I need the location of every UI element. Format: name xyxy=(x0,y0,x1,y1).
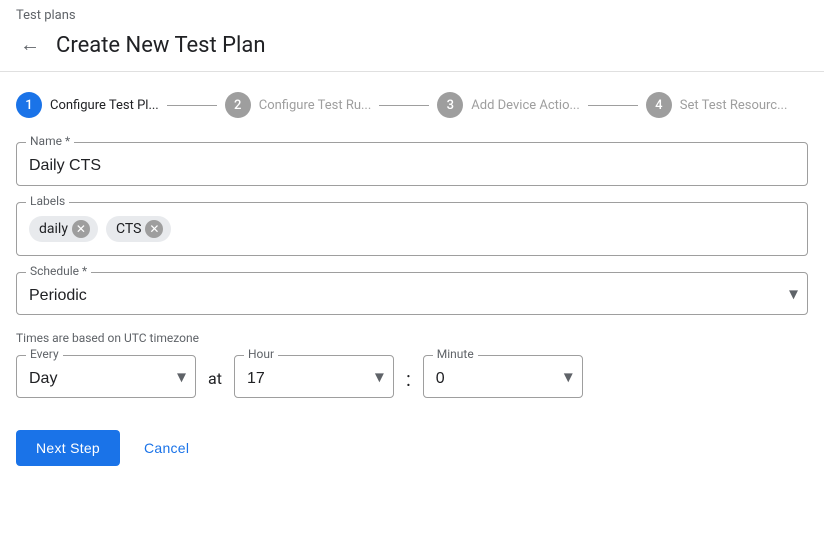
name-label: Name * xyxy=(26,134,74,148)
periodic-row: Every Hour Day Week ▾ at Hour 0123 4567 … xyxy=(16,355,808,398)
form-area: Name * Labels daily ✕ CTS ✕ Schedule * P… xyxy=(0,134,824,430)
step-connector-3 xyxy=(588,105,638,106)
step-4: 4 Set Test Resourc... xyxy=(646,92,788,118)
name-input[interactable] xyxy=(16,142,808,186)
schedule-label: Schedule * xyxy=(26,264,91,278)
minute-select[interactable]: 0510 152025 303540 455055 xyxy=(423,355,583,398)
colon-separator: : xyxy=(406,367,411,391)
page-header: ← Create New Test Plan xyxy=(0,27,824,72)
timezone-note: Times are based on UTC timezone xyxy=(16,331,808,345)
step-3-label: Add Device Actio... xyxy=(471,98,580,113)
chip-cts: CTS ✕ xyxy=(106,216,171,242)
step-3: 3 Add Device Actio... xyxy=(437,92,580,118)
at-label: at xyxy=(208,369,222,388)
step-3-circle: 3 xyxy=(437,92,463,118)
name-field-group: Name * xyxy=(16,142,808,186)
minute-label: Minute xyxy=(433,347,478,361)
step-1-label: Configure Test Pl... xyxy=(50,98,159,113)
chip-daily-text: daily xyxy=(39,221,68,237)
chip-daily-close[interactable]: ✕ xyxy=(72,220,90,238)
step-2: 2 Configure Test Ru... xyxy=(225,92,372,118)
every-field-group: Every Hour Day Week ▾ xyxy=(16,355,196,398)
step-connector-2 xyxy=(379,105,429,106)
every-select[interactable]: Hour Day Week xyxy=(16,355,196,398)
step-1: 1 Configure Test Pl... xyxy=(16,92,159,118)
step-2-circle: 2 xyxy=(225,92,251,118)
next-step-button[interactable]: Next Step xyxy=(16,430,120,466)
schedule-select[interactable]: Periodic One Time xyxy=(16,272,808,315)
back-button[interactable]: ← xyxy=(16,31,44,59)
minute-field-group: Minute 0510 152025 303540 455055 ▾ xyxy=(423,355,583,398)
cancel-button[interactable]: Cancel xyxy=(136,430,197,466)
breadcrumb: Test plans xyxy=(0,0,824,27)
every-label: Every xyxy=(26,347,63,361)
hour-label: Hour xyxy=(244,347,278,361)
footer-buttons: Next Step Cancel xyxy=(0,430,824,466)
step-1-circle: 1 xyxy=(16,92,42,118)
stepper: 1 Configure Test Pl... 2 Configure Test … xyxy=(0,72,824,134)
chip-cts-close[interactable]: ✕ xyxy=(145,220,163,238)
labels-field-group: Labels daily ✕ CTS ✕ xyxy=(16,202,808,256)
schedule-select-wrapper: Periodic One Time ▾ xyxy=(16,272,808,315)
schedule-field-group: Schedule * Periodic One Time ▾ xyxy=(16,272,808,315)
step-2-label: Configure Test Ru... xyxy=(259,98,372,113)
page-title: Create New Test Plan xyxy=(56,33,266,58)
chip-daily: daily ✕ xyxy=(29,216,98,242)
hour-field-group: Hour 0123 4567 891011 12131415 16171819 … xyxy=(234,355,394,398)
chip-cts-text: CTS xyxy=(116,221,141,237)
step-connector-1 xyxy=(167,105,217,106)
labels-input[interactable]: daily ✕ CTS ✕ xyxy=(16,202,808,256)
step-4-label: Set Test Resourc... xyxy=(680,98,788,113)
step-4-circle: 4 xyxy=(646,92,672,118)
labels-label: Labels xyxy=(26,194,69,208)
hour-select[interactable]: 0123 4567 891011 12131415 16171819 20212… xyxy=(234,355,394,398)
